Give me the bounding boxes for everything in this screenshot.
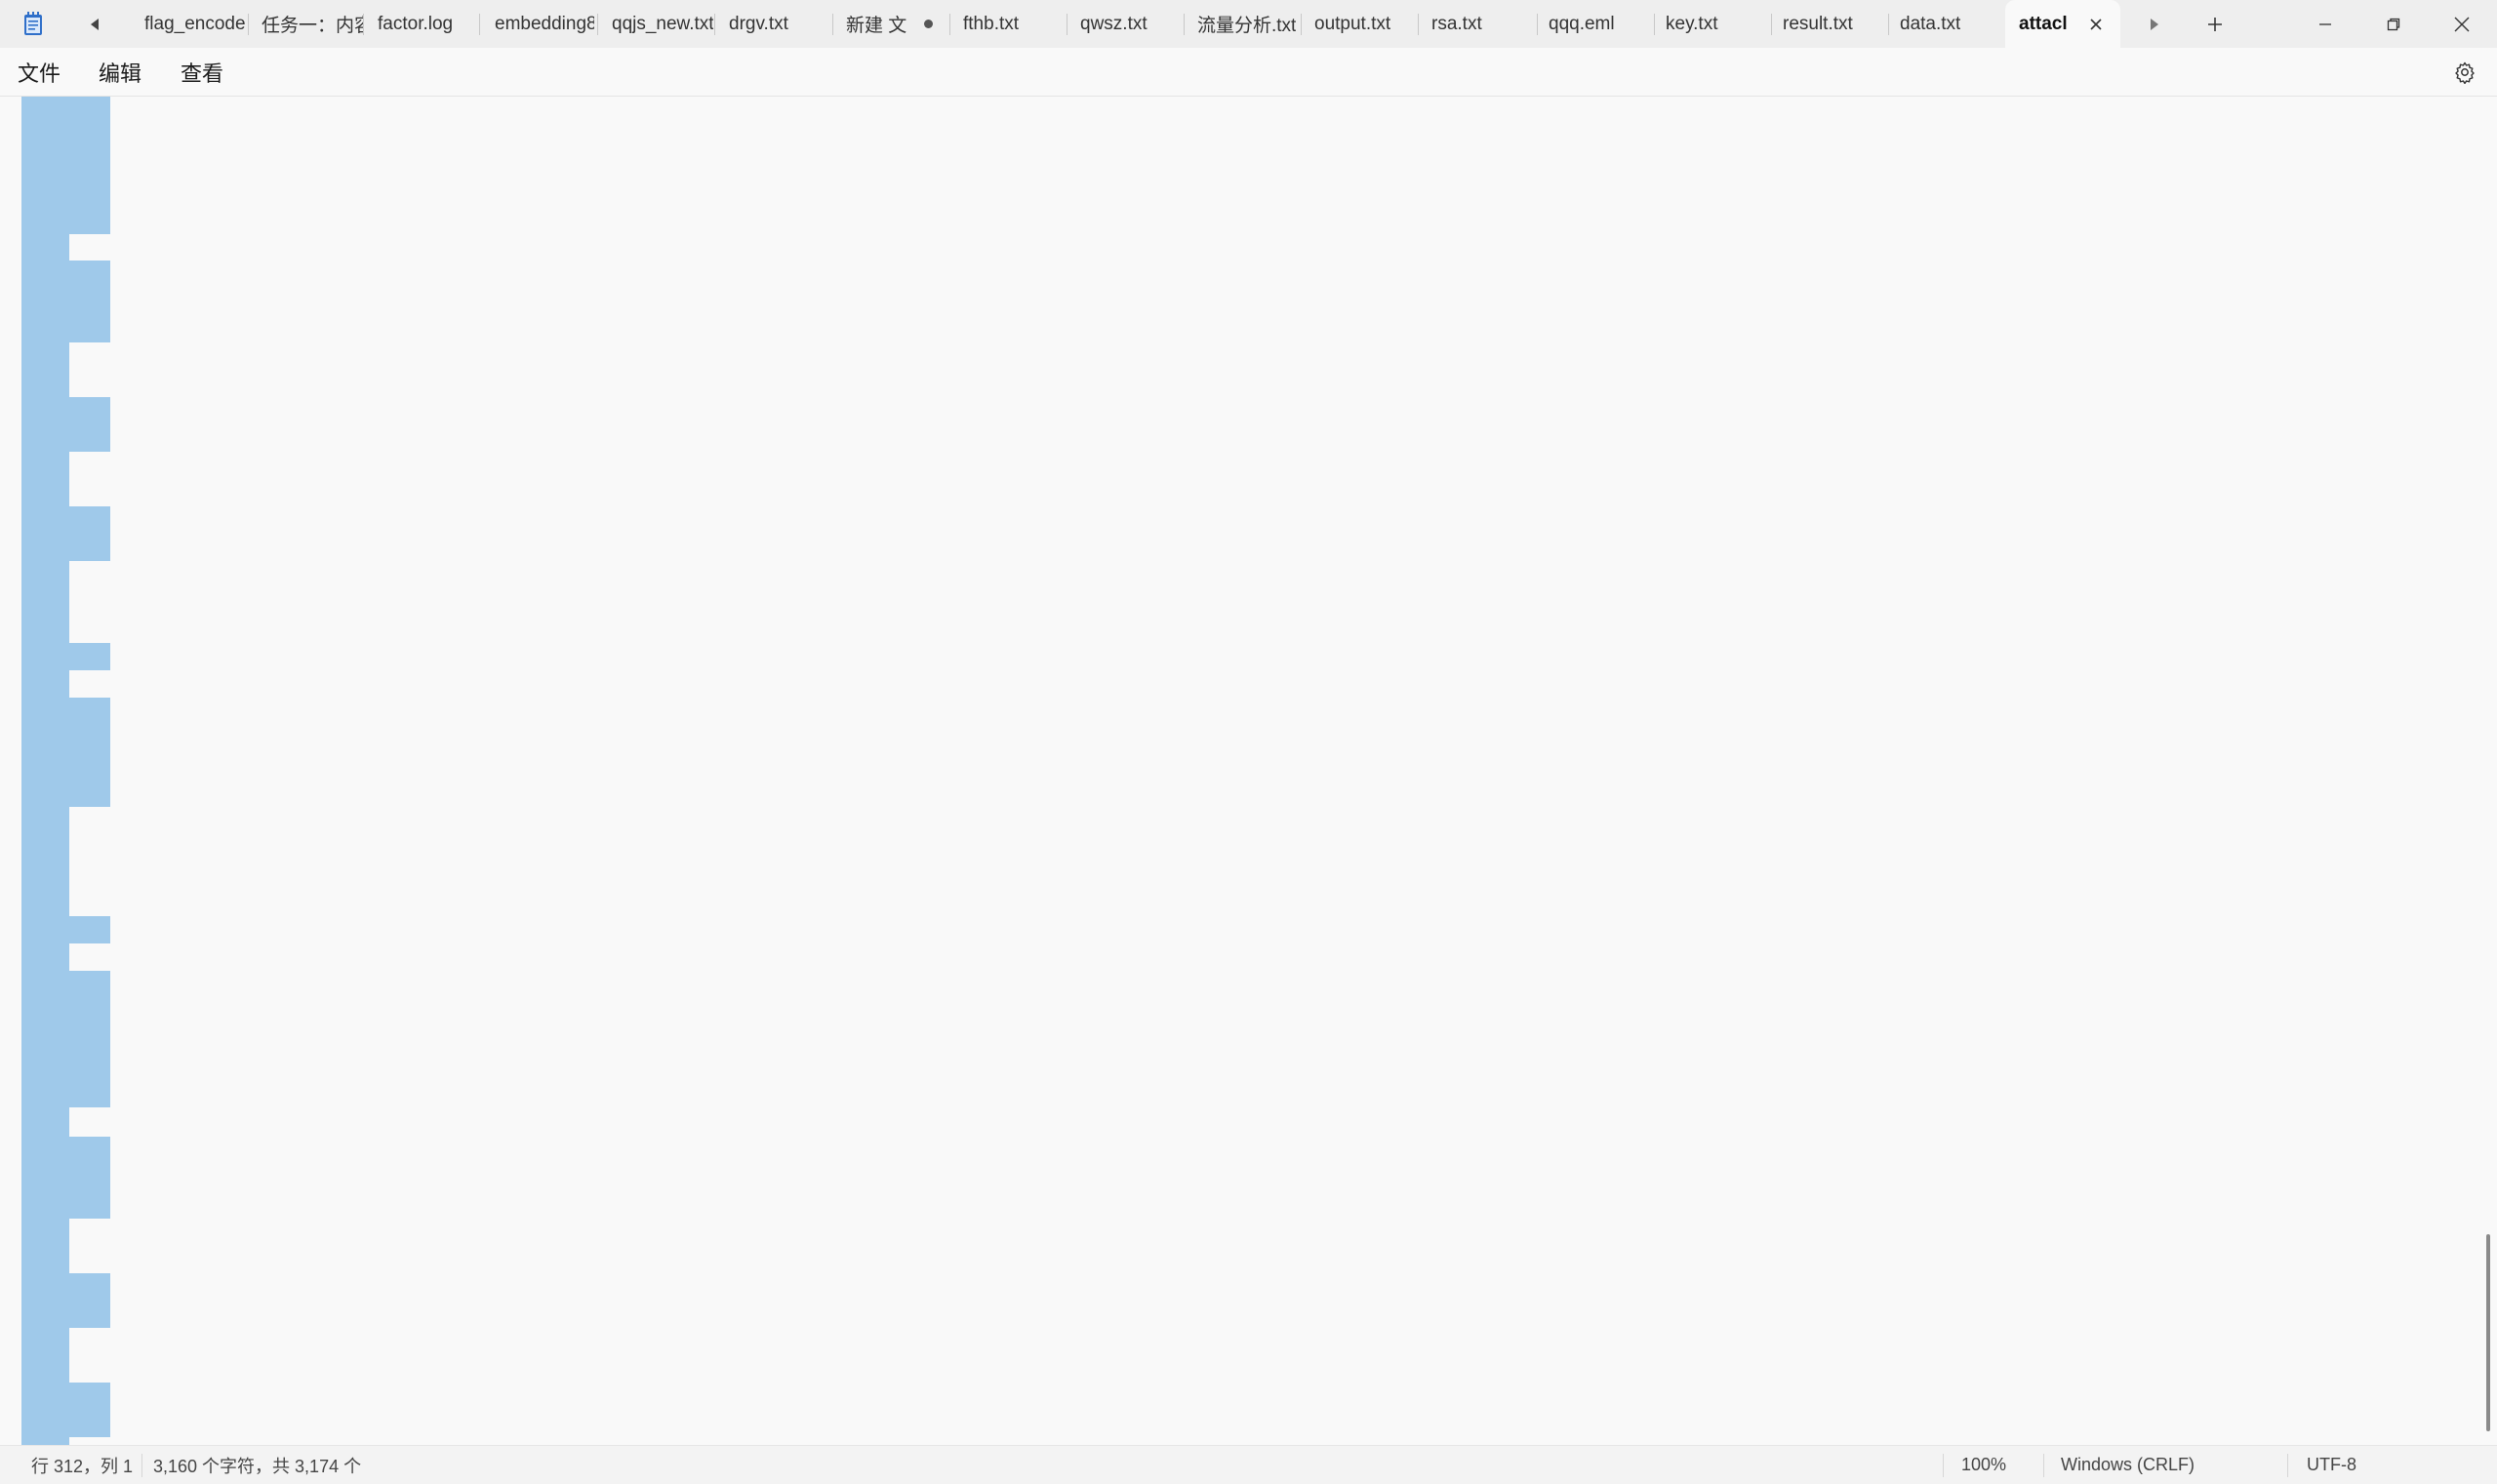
selection-highlight bbox=[69, 261, 110, 342]
tab-label: attacl bbox=[2019, 13, 2068, 34]
maximize-icon[interactable] bbox=[2359, 0, 2428, 48]
tab-label: 流量分析.txt bbox=[1197, 16, 1297, 36]
menu-bar: 文件 编辑 查看 bbox=[0, 48, 2497, 97]
tab-16-active[interactable]: attacl bbox=[2005, 0, 2120, 48]
zoom-level[interactable]: 100% bbox=[1961, 1446, 2006, 1484]
tab-9[interactable]: 流量分析.txt bbox=[1188, 0, 1301, 48]
tab-15[interactable]: data.txt bbox=[1890, 0, 2005, 48]
settings-gear-icon[interactable] bbox=[2452, 60, 2477, 85]
tab-2[interactable]: factor.log bbox=[368, 0, 479, 48]
tab-separator bbox=[479, 14, 480, 35]
tab-separator bbox=[248, 14, 249, 35]
tab-6[interactable]: 新建 文 bbox=[836, 0, 947, 48]
cursor-position: 行 312，列 1 bbox=[31, 1456, 134, 1476]
selection-highlight bbox=[69, 698, 110, 807]
tab-0[interactable]: flag_encode bbox=[135, 0, 248, 48]
encoding[interactable]: UTF-8 bbox=[2307, 1446, 2356, 1484]
tab-separator bbox=[1537, 14, 1538, 35]
selection-highlight bbox=[69, 397, 110, 452]
new-tab-icon[interactable] bbox=[2195, 8, 2235, 41]
menu-edit[interactable]: 编辑 bbox=[99, 48, 141, 96]
tab-4[interactable]: qqjs_new.txt bbox=[602, 0, 713, 48]
tab-separator bbox=[714, 14, 715, 35]
title-bar: flag_encode 任务一：内容 factor.log embedding8… bbox=[0, 0, 2497, 48]
tab-separator bbox=[1301, 14, 1302, 35]
line-ending[interactable]: Windows (CRLF) bbox=[2061, 1446, 2195, 1484]
tab-3[interactable]: embedding8 bbox=[485, 0, 594, 48]
tab-separator bbox=[597, 14, 598, 35]
tab-8[interactable]: qwsz.txt bbox=[1070, 0, 1184, 48]
tab-11[interactable]: rsa.txt bbox=[1422, 0, 1537, 48]
selection-highlight bbox=[69, 1137, 110, 1219]
tab-label: qqjs_new.txt bbox=[612, 13, 713, 34]
tab-5[interactable]: drgv.txt bbox=[719, 0, 830, 48]
menu-view[interactable]: 查看 bbox=[181, 48, 223, 96]
selection-highlight bbox=[69, 916, 110, 943]
vertical-scrollbar-thumb[interactable] bbox=[2486, 1234, 2490, 1431]
selection-highlight bbox=[69, 1273, 110, 1328]
unsaved-dot-icon bbox=[924, 20, 934, 28]
status-separator bbox=[141, 1454, 142, 1477]
tab-label: data.txt bbox=[1900, 13, 1961, 34]
minimize-icon[interactable] bbox=[2291, 0, 2359, 48]
tab-label: qwsz.txt bbox=[1080, 13, 1148, 34]
tab-label: 任务一：内容 bbox=[262, 16, 363, 36]
tab-separator bbox=[1654, 14, 1655, 35]
tab-separator bbox=[832, 14, 833, 35]
tab-label: qqq.eml bbox=[1549, 13, 1615, 34]
close-tab-icon[interactable] bbox=[2089, 18, 2103, 31]
tab-label: rsa.txt bbox=[1431, 13, 1482, 34]
selection-highlight bbox=[69, 506, 110, 561]
text-editor-area[interactable] bbox=[0, 97, 2497, 1445]
tab-label: fthb.txt bbox=[963, 13, 1020, 34]
tab-14[interactable]: result.txt bbox=[1773, 0, 1888, 48]
tab-separator bbox=[1771, 14, 1772, 35]
close-icon[interactable] bbox=[2428, 0, 2496, 48]
tab-label: 新建 文 bbox=[846, 16, 907, 36]
tab-label: output.txt bbox=[1314, 13, 1391, 34]
tab-separator bbox=[1184, 14, 1185, 35]
tab-12[interactable]: qqq.eml bbox=[1539, 0, 1654, 48]
status-separator bbox=[2287, 1454, 2288, 1477]
tab-7[interactable]: fthb.txt bbox=[953, 0, 1067, 48]
tab-10[interactable]: output.txt bbox=[1305, 0, 1418, 48]
character-count: 3,160 个字符，共 3,174 个 bbox=[153, 1456, 362, 1476]
status-separator bbox=[1943, 1454, 1944, 1477]
menu-file[interactable]: 文件 bbox=[18, 48, 60, 96]
tab-label: flag_encode bbox=[144, 13, 246, 34]
tab-label: embedding8 bbox=[495, 13, 594, 34]
tab-label: factor.log bbox=[378, 13, 454, 34]
status-bar: 行 312，列 1 3,160 个字符，共 3,174 个 100% Windo… bbox=[0, 1445, 2497, 1484]
tab-label: drgv.txt bbox=[729, 13, 788, 34]
status-separator bbox=[2043, 1454, 2044, 1477]
tab-label: result.txt bbox=[1783, 13, 1853, 34]
tab-scroll-left-icon[interactable] bbox=[75, 8, 114, 41]
tab-scroll-right-icon[interactable] bbox=[2135, 8, 2174, 41]
tab-separator bbox=[949, 14, 950, 35]
tab-separator bbox=[1888, 14, 1889, 35]
tab-separator bbox=[363, 14, 364, 35]
selection-highlight bbox=[69, 97, 110, 234]
notepad-app-icon bbox=[21, 12, 45, 37]
tab-1[interactable]: 任务一：内容 bbox=[252, 0, 363, 48]
tab-13[interactable]: key.txt bbox=[1656, 0, 1771, 48]
tab-label: key.txt bbox=[1666, 13, 1718, 34]
selection-highlight bbox=[69, 971, 110, 1107]
selection-highlight bbox=[69, 643, 110, 670]
selection-highlight bbox=[21, 97, 69, 1445]
tab-separator bbox=[1418, 14, 1419, 35]
selection-highlight bbox=[69, 1383, 110, 1437]
